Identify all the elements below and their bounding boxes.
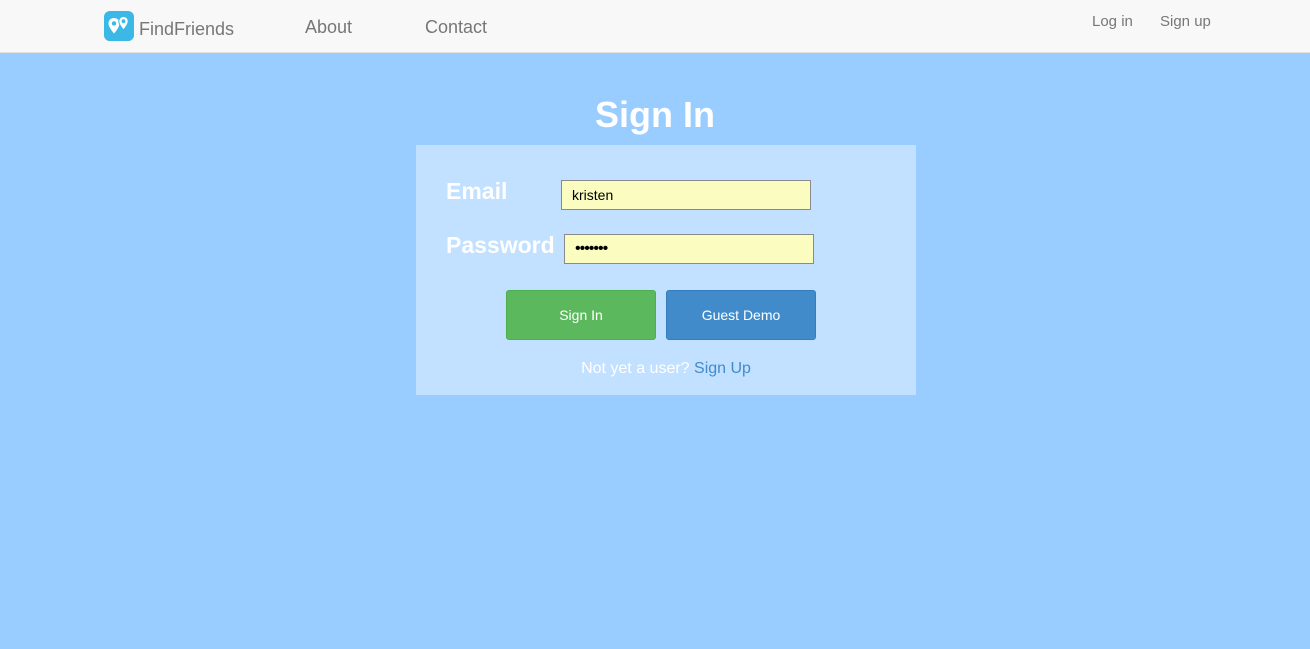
nav-link-contact[interactable]: Contact (425, 17, 487, 38)
nav-link-about[interactable]: About (305, 17, 352, 38)
signup-prompt-text: Not yet a user? (581, 360, 695, 377)
brand-name: FindFriends (139, 18, 235, 39)
guest-demo-button[interactable]: Guest Demo (666, 290, 816, 340)
sign-in-panel: Email Password Sign In Guest Demo Not ye… (416, 145, 916, 395)
sign-in-button[interactable]: Sign In (506, 290, 656, 340)
email-field[interactable] (561, 180, 811, 210)
nav-link-log-in[interactable]: Log in (1092, 13, 1133, 30)
sign-up-link[interactable]: Sign Up (694, 360, 751, 377)
password-field[interactable] (564, 234, 814, 264)
map-pin-pair-icon (104, 11, 134, 41)
nav-link-sign-up[interactable]: Sign up (1160, 13, 1211, 30)
page-title: Sign In (595, 94, 715, 135)
email-label: Email (446, 178, 508, 204)
signup-prompt: Not yet a user? Sign Up (416, 360, 916, 378)
brand-link[interactable]: FindFriends (104, 11, 234, 41)
password-label: Password (446, 232, 555, 258)
navbar: FindFriends About Contact Log in Sign up (0, 0, 1310, 53)
